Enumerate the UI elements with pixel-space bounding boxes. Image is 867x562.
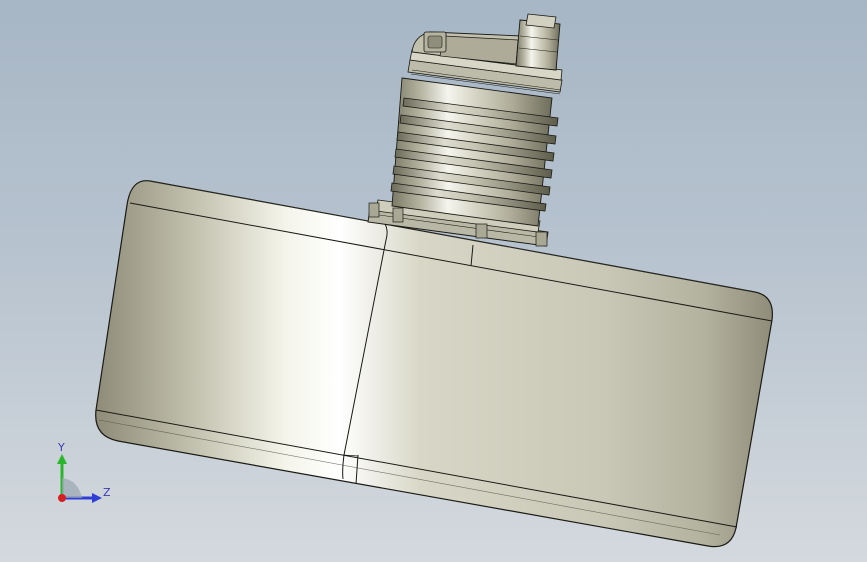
bolt [368,202,380,218]
bolt [535,231,548,247]
housing-body[interactable] [95,180,773,548]
y-axis-label: Y [58,441,65,454]
bolt [475,223,488,239]
bolt [392,207,404,223]
coordinate-triad: Y Z [46,436,126,516]
z-axis-label: Z [103,486,111,499]
connector-cylinder[interactable] [390,13,563,227]
model-view[interactable] [0,0,867,562]
graphics-viewport[interactable]: Y Z [0,0,867,562]
